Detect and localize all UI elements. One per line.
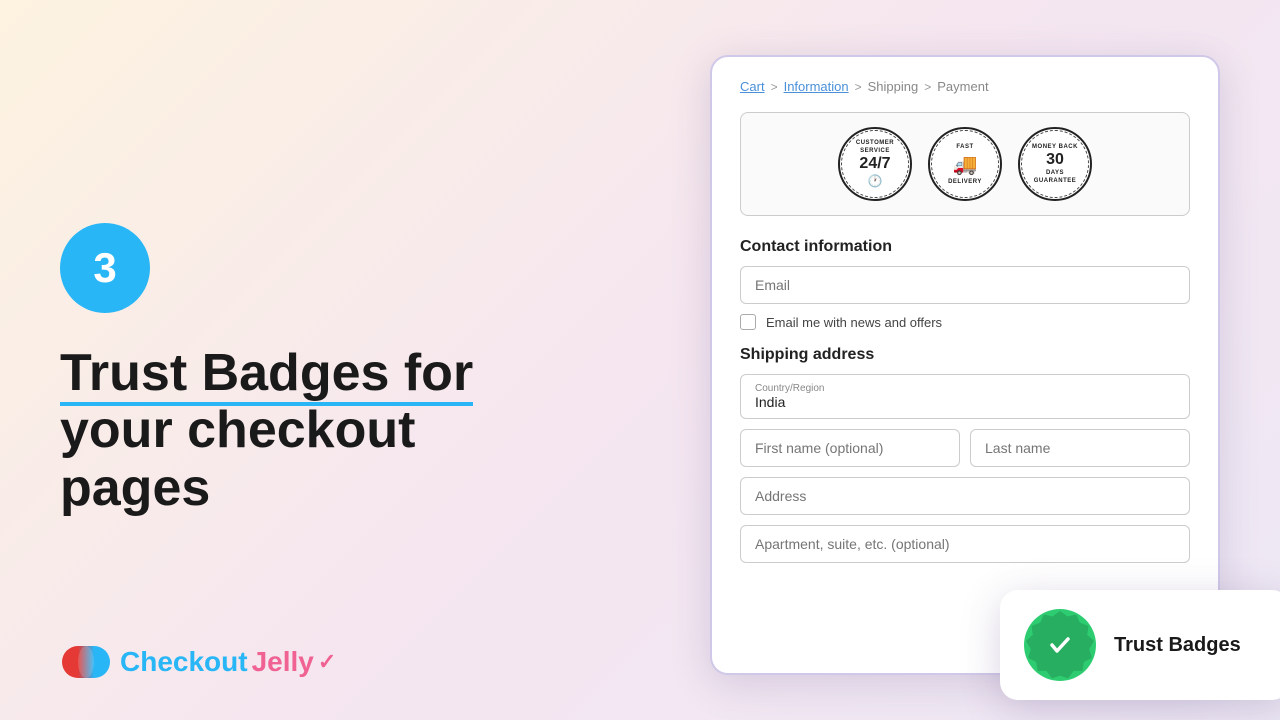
breadcrumb-sep3: > [924,80,931,94]
breadcrumb-cart[interactable]: Cart [740,79,765,94]
breadcrumb-sep1: > [771,80,778,94]
trust-badge-card: Trust Badges [1000,590,1280,700]
breadcrumb-payment[interactable]: Payment [937,79,988,94]
title-line1: Trust Badges for [60,344,473,406]
logo-icon [60,636,112,688]
last-name-field[interactable] [970,429,1190,467]
country-field[interactable]: Country/Region India [740,374,1190,419]
breadcrumb: Cart > Information > Shipping > Payment [740,79,1190,94]
badge-money-back: MONEY BACK 30 DAYS GUARANTEE [1018,127,1092,201]
title-line3: pages [60,459,210,517]
logo-checkmark: ✓ [318,649,336,675]
badge-fast-delivery: FAST 🚚 DELIVERY [928,127,1002,201]
title-line2: your checkout [60,401,415,459]
country-value: India [755,394,1175,410]
green-badge-icon [1024,609,1096,681]
step-number: 3 [93,244,116,292]
newsletter-label: Email me with news and offers [766,315,942,330]
breadcrumb-information[interactable]: Information [784,79,849,94]
checkmark-svg [1040,625,1080,665]
shipping-section-label: Shipping address [740,346,1190,364]
logo-jelly-text: Jelly [252,646,314,678]
apt-field[interactable] [740,525,1190,563]
left-panel: 3 Trust Badges for your checkout pages C… [0,0,620,720]
newsletter-checkbox[interactable] [740,314,756,330]
country-label: Country/Region [755,383,1175,394]
email-field[interactable] [740,266,1190,304]
checkout-panel: Cart > Information > Shipping > Payment … [710,55,1220,675]
logo-area: Checkout Jelly ✓ [60,636,336,688]
step-circle: 3 [60,223,150,313]
logo-text: Checkout Jelly ✓ [120,646,336,678]
breadcrumb-sep2: > [855,80,862,94]
first-name-field[interactable] [740,429,960,467]
newsletter-row: Email me with news and offers [740,314,1190,330]
breadcrumb-shipping[interactable]: Shipping [868,79,919,94]
address-field[interactable] [740,477,1190,515]
trust-badge-label: Trust Badges [1114,634,1241,657]
contact-section-label: Contact information [740,238,1190,256]
trust-badges-box: CUSTOMER SERVICE 24/7 🕐 FAST 🚚 DELIVERY [740,112,1190,216]
badge-customer-service: CUSTOMER SERVICE 24/7 🕐 [838,127,912,201]
main-title: Trust Badges for your checkout pages [60,345,560,517]
logo-checkout-text: Checkout [120,646,248,678]
name-fields-group [740,429,1190,467]
